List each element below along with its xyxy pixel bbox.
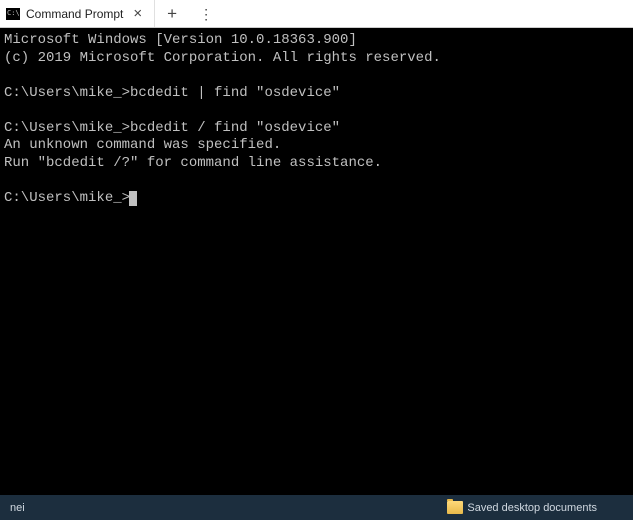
terminal-line: (c) 2019 Microsoft Corporation. All righ… [4, 50, 441, 66]
close-icon[interactable]: × [129, 6, 146, 21]
menu-icon[interactable]: ⋮ [189, 7, 222, 21]
terminal-line: C:\Users\mike_>bcdedit / find "osdevice" [4, 120, 340, 136]
tab-command-prompt[interactable]: C:\ Command Prompt × [0, 0, 155, 27]
terminal-line: Run "bcdedit /?" for command line assist… [4, 155, 382, 171]
cursor [129, 191, 137, 206]
taskbar-label: nei [10, 502, 25, 514]
terminal-output[interactable]: Microsoft Windows [Version 10.0.18363.90… [0, 28, 633, 495]
tab-title: Command Prompt [26, 7, 123, 21]
terminal-prompt: C:\Users\mike_> [4, 190, 130, 206]
taskbar: nei Saved desktop documents [0, 495, 633, 520]
terminal-line: An unknown command was specified. [4, 137, 281, 153]
taskbar-label: Saved desktop documents [467, 502, 597, 514]
taskbar-item[interactable]: nei [4, 500, 31, 516]
terminal-line: C:\Users\mike_>bcdedit | find "osdevice" [4, 85, 340, 101]
terminal-line: Microsoft Windows [Version 10.0.18363.90… [4, 32, 357, 48]
tab-bar: C:\ Command Prompt × + ⋮ [0, 0, 633, 28]
cmd-icon: C:\ [6, 8, 20, 20]
taskbar-item[interactable]: Saved desktop documents [441, 499, 603, 516]
new-tab-button[interactable]: + [155, 5, 189, 22]
folder-icon [447, 501, 463, 514]
